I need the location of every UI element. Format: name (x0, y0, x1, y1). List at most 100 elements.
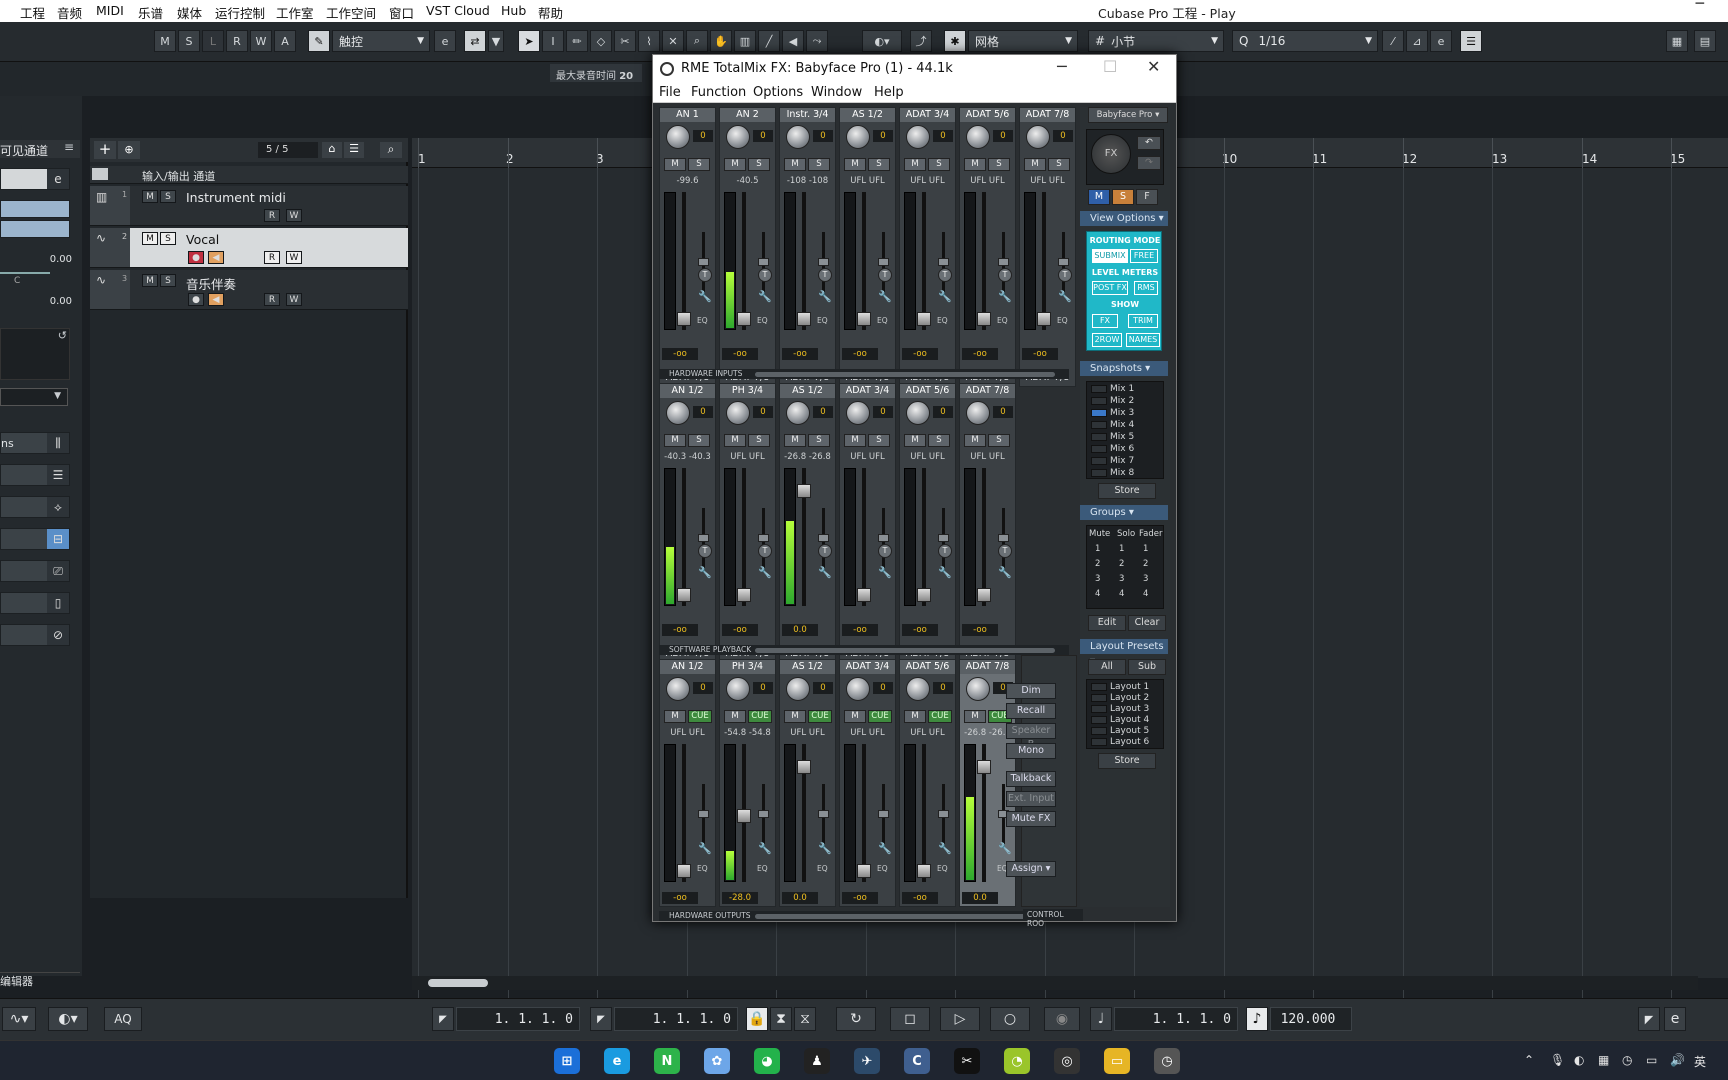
window-layout-icon[interactable]: ▦ (1666, 30, 1688, 52)
wrench-icon[interactable]: 🔧 (698, 566, 712, 579)
photos-icon[interactable]: ✿ (704, 1048, 730, 1074)
show-trim-button[interactable]: TRIM (1128, 314, 1158, 328)
gain-knob[interactable] (966, 401, 990, 425)
pan-handle[interactable] (758, 258, 769, 266)
marker-icon[interactable]: ◤ (1638, 1007, 1660, 1031)
gain-value[interactable]: 0 (813, 130, 833, 142)
channel-label[interactable]: PH 3/4 (720, 660, 775, 674)
state-a-button[interactable]: A (274, 30, 296, 52)
gain-value[interactable]: 0 (873, 406, 893, 418)
wrench-icon[interactable]: 🔧 (998, 566, 1012, 579)
gain-value[interactable]: 0 (753, 130, 773, 142)
menu-midi[interactable]: MIDI (96, 3, 124, 18)
fader-value[interactable]: -28.0 (722, 892, 758, 904)
solo-button[interactable]: S (748, 434, 770, 447)
solo-button[interactable]: S (868, 434, 890, 447)
snapshot-store-button[interactable]: Store (1098, 483, 1156, 499)
tray-app-icon[interactable]: ◐ (1574, 1053, 1584, 1067)
gain-knob[interactable] (666, 125, 690, 149)
channel-strip[interactable]: AN 1/2 0 M CUE UFL UFL 🔧 EQ -oo (659, 659, 716, 907)
snapshot-item[interactable]: Mix 3 (1091, 408, 1134, 418)
menu-window[interactable]: Window (811, 85, 862, 100)
speaker-b-button[interactable]: Speaker B (1006, 723, 1056, 750)
eq-section[interactable]: ☰ (0, 464, 70, 486)
layout-item[interactable]: Layout 1 (1091, 682, 1149, 692)
mute-button[interactable]: M (664, 158, 686, 171)
record-enable-icon[interactable]: ● (188, 251, 204, 264)
wrench-icon[interactable]: 🔧 (698, 842, 712, 855)
eq-button[interactable]: EQ (817, 316, 828, 325)
volume-value[interactable]: 0.00 (0, 254, 72, 265)
solo-button[interactable]: S (808, 434, 830, 447)
channel-label[interactable]: ADAT 7/8 (960, 384, 1015, 398)
gain-value[interactable]: 0 (813, 406, 833, 418)
group-cell[interactable]: 2 (1095, 559, 1100, 569)
free-button[interactable]: FREE (1130, 249, 1158, 263)
tempo-track-icon[interactable]: ♪ (1246, 1007, 1268, 1031)
channel-strip[interactable]: AS 1/20MS-26.8 -26.8T🔧0.0ADAT 7/8 (779, 383, 836, 663)
mute-button[interactable]: M (904, 158, 926, 171)
read-button[interactable]: R (264, 209, 280, 222)
fader-value[interactable]: -oo (842, 348, 878, 360)
fader-value[interactable]: 0.0 (782, 624, 818, 636)
channel-label[interactable]: ADAT 5/6 (900, 660, 955, 674)
right-locator-display[interactable]: 1. 1. 1. 0 (614, 1007, 738, 1031)
menu-options[interactable]: Options (753, 85, 803, 100)
mute-button[interactable]: M (142, 274, 158, 287)
trim-button[interactable]: T (938, 268, 952, 282)
trim-button[interactable]: T (698, 544, 712, 558)
punch-in-icon[interactable]: ⧗ (770, 1007, 792, 1031)
menu-vst-cloud[interactable]: VST Cloud (426, 3, 490, 18)
channel-label[interactable]: AN 1 (660, 108, 715, 122)
routing-area[interactable]: ↺ (0, 328, 70, 380)
minimize-icon[interactable]: ─ (1057, 57, 1067, 76)
inserts-section[interactable]: ns ⫼ (0, 432, 70, 454)
layout-presets-header[interactable]: Layout Presets ▾ (1080, 639, 1168, 667)
track-name-row[interactable]: e (0, 168, 70, 190)
read-button[interactable]: R (264, 251, 280, 264)
layout-item[interactable]: Layout 6 (1091, 737, 1149, 747)
file-explorer-icon[interactable]: ▭ (1104, 1048, 1130, 1074)
channel-label[interactable]: AN 1/2 (660, 384, 715, 398)
mute-button[interactable]: M (844, 710, 866, 723)
wrench-icon[interactable]: 🔧 (758, 566, 772, 579)
channel-strip[interactable]: ADAT 5/60MSUFL UFLT🔧-ooADAT 7/8 (899, 383, 956, 663)
scrollbar-thumb[interactable] (428, 979, 488, 987)
gain-knob[interactable] (666, 677, 690, 701)
sends-section[interactable]: ⟡ (0, 496, 70, 518)
trim-button[interactable]: T (818, 544, 832, 558)
note-icon[interactable]: ♩ (1090, 1007, 1112, 1031)
pan-handle[interactable] (818, 810, 829, 818)
snapshot-item[interactable]: Mix 1 (1091, 384, 1134, 394)
rms-button[interactable]: RMS (1134, 281, 1158, 295)
io-channels-folder[interactable]: 输入/输出 通道 (90, 166, 408, 184)
channel-strip[interactable]: AS 1/20MSUFL UFLT🔧-ooADAT 7/8EQ (839, 107, 896, 387)
tray-monitor-icon[interactable]: ▭ (1646, 1053, 1657, 1067)
mono-button[interactable]: Mono (1006, 743, 1056, 759)
cycle-icon[interactable]: ↻ (836, 1007, 876, 1031)
erase-tool-icon[interactable]: ◇ (590, 30, 612, 52)
solo-button[interactable]: S (808, 158, 830, 171)
gain-value[interactable]: 0 (693, 406, 713, 418)
position-display[interactable]: 1. 1. 1. 0 (1114, 1007, 1238, 1031)
menu-help[interactable]: Help (874, 85, 904, 100)
mute-button[interactable]: M (784, 434, 806, 447)
hand-tool-icon[interactable]: ✋ (710, 30, 732, 52)
channel-label[interactable]: ADAT 3/4 (840, 384, 895, 398)
horizontal-scrollbar[interactable] (412, 976, 1698, 990)
channel-strip[interactable]: ADAT 7/80MSUFL UFLT🔧-ooADAT 7/8EQ (1019, 107, 1076, 387)
wrench-icon[interactable]: 🔧 (878, 842, 892, 855)
mute-button[interactable]: M (964, 434, 986, 447)
fader-value[interactable]: -oo (722, 348, 758, 360)
solo-button[interactable]: S (688, 434, 710, 447)
add-track-icon[interactable]: + (94, 141, 116, 159)
pan-handle[interactable] (698, 810, 709, 818)
track-name[interactable]: Instrument midi (186, 190, 286, 205)
fader-value[interactable]: -oo (662, 624, 698, 636)
channel-label[interactable]: PH 3/4 (720, 384, 775, 398)
group-cell[interactable]: 3 (1143, 574, 1148, 584)
maximize-icon[interactable]: ☐ (1103, 57, 1117, 76)
cue-button[interactable]: CUE (928, 710, 952, 723)
gain-knob[interactable] (726, 401, 750, 425)
channel-strip[interactable]: ADAT 3/40MSUFL UFLT🔧-ooADAT 7/8 (839, 383, 896, 663)
